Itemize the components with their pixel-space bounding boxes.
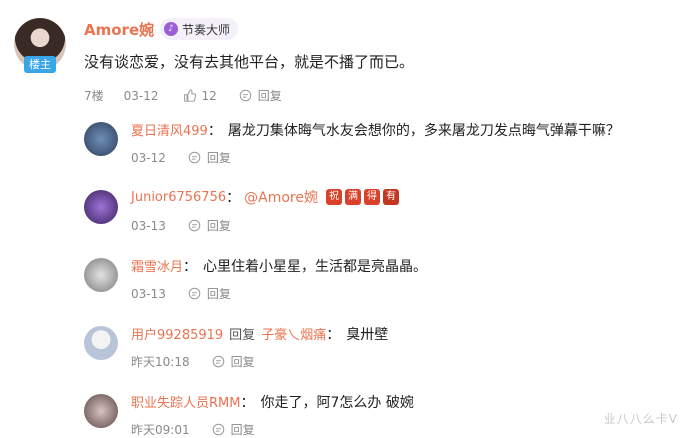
reply-date: 03-12 bbox=[131, 150, 166, 165]
reply-target[interactable]: 子豪乀烟痛 bbox=[261, 324, 326, 343]
reply-author[interactable]: 霜雪冰月 bbox=[131, 256, 183, 275]
reply-line: 用户99285919 回复 子豪乀烟痛 ： 臭卅壁 bbox=[131, 324, 388, 344]
reply-button[interactable]: 回复 bbox=[212, 353, 255, 370]
reply-author[interactable]: 用户99285919 bbox=[131, 324, 223, 343]
reply-meta: 昨天09:01 回复 bbox=[131, 421, 255, 438]
reply-text: 你走了，阿7怎么办 破婉 bbox=[260, 395, 414, 411]
reply-line: 夏日清风499 ： 屠龙刀集体晦气水友会想你的，多来屠龙刀发点晦气弹幕干嘛？ bbox=[131, 120, 620, 140]
reply-avatar[interactable] bbox=[84, 190, 118, 224]
reply-date: 昨天10:18 bbox=[131, 355, 190, 369]
reply-date: 昨天09:01 bbox=[131, 423, 190, 437]
reply-line: 职业失踪人员RMM ： 你走了，阿7怎么办 破婉 bbox=[131, 392, 414, 412]
like-count: 12 bbox=[201, 88, 217, 103]
reply-text: 臭卅壁 bbox=[346, 327, 389, 343]
watermark: 业八八么卡V bbox=[603, 412, 678, 426]
reply-button[interactable]: 回复 bbox=[212, 421, 255, 438]
reply-author[interactable]: 职业失踪人员RMM bbox=[131, 392, 240, 411]
medal-label: 节奏大师 bbox=[182, 22, 231, 37]
reply-meta: 03-12 回复 bbox=[131, 149, 231, 166]
reply-button[interactable]: 回复 bbox=[188, 285, 231, 302]
comment-meta: 7楼 03-12 12 回复 bbox=[84, 87, 282, 104]
reply-button[interactable]: 回复 bbox=[239, 87, 282, 104]
reply-avatar[interactable] bbox=[84, 326, 118, 360]
medal-badge[interactable]: ♪ 节奏大师 bbox=[160, 18, 239, 40]
comment-icon bbox=[212, 355, 224, 368]
comment-text: 没有谈恋爱，没有去其他平台，就是不播了而已。 bbox=[84, 53, 415, 71]
comment-icon bbox=[188, 151, 201, 164]
sticker: 有 bbox=[382, 189, 399, 205]
sticker: 祝 bbox=[325, 189, 342, 205]
comment-date: 03-12 bbox=[123, 88, 159, 103]
reply-author[interactable]: 夏日清风499 bbox=[131, 120, 208, 139]
reply-text: 屠龙刀集体晦气水友会想你的，多来屠龙刀发点晦气弹幕干嘛？ bbox=[227, 123, 620, 139]
host-badge: 楼主 bbox=[24, 56, 56, 73]
comment-icon bbox=[212, 423, 224, 436]
reply-button[interactable]: 回复 bbox=[188, 217, 231, 234]
floor-number: 7楼 bbox=[84, 89, 104, 103]
medal-icon: ♪ bbox=[164, 22, 178, 36]
reply-line: Junior6756756 ： @Amore婉 祝 满 得 有 bbox=[131, 187, 399, 207]
reply-meta: 03-13 回复 bbox=[131, 217, 231, 234]
comment-icon bbox=[239, 89, 252, 102]
reply-author[interactable]: Junior6756756 bbox=[131, 190, 226, 205]
comment-author[interactable]: Amore婉 bbox=[84, 19, 154, 40]
sticker: 得 bbox=[363, 189, 380, 205]
reply-date: 03-13 bbox=[131, 286, 166, 301]
reply-text: 心里住着小星星，生活都是亮晶晶。 bbox=[203, 259, 428, 275]
reply-avatar[interactable] bbox=[84, 258, 118, 292]
reply-button[interactable]: 回复 bbox=[188, 149, 231, 166]
thumbs-up-icon bbox=[183, 89, 196, 102]
comment-icon bbox=[188, 287, 201, 300]
reply-meta: 昨天10:18 回复 bbox=[131, 353, 255, 370]
reply-avatar[interactable] bbox=[84, 122, 118, 156]
reply-line: 霜雪冰月 ： 心里住着小星星，生活都是亮晶晶。 bbox=[131, 256, 427, 276]
mention-link[interactable]: @Amore婉 bbox=[244, 187, 318, 207]
comment-icon bbox=[188, 219, 201, 232]
reply-avatar[interactable] bbox=[84, 394, 118, 428]
like-button[interactable]: 12 bbox=[183, 89, 217, 103]
reply-meta: 03-13 回复 bbox=[131, 285, 231, 302]
reply-date: 03-13 bbox=[131, 218, 166, 233]
sticker: 满 bbox=[344, 189, 361, 205]
